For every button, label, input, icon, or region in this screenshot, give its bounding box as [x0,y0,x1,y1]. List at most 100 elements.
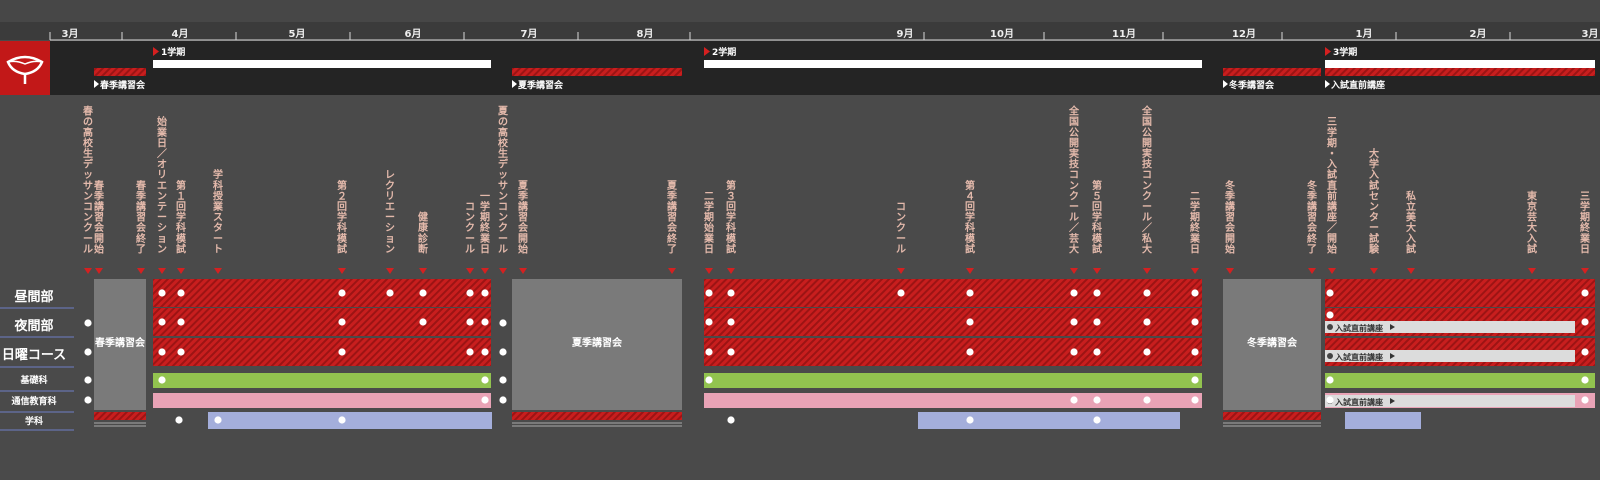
event-marker-icon [668,268,676,274]
event: 全国公開実技コンクール／私大 [1141,105,1153,274]
term-bar [704,60,1202,68]
month-label: 3月 [1582,28,1599,40]
term-label: 2学期 [712,46,736,58]
month-label: 8月 [637,28,654,40]
schedule-dot [1070,348,1078,356]
schedule-dot [1326,289,1334,297]
event-layer: 春の高校生デッサンコンクール春季講習会開始 春季講習会終了始業日／オリエンテーショ… [83,105,1591,274]
schedule-dot [1143,348,1151,356]
schedule-dot [1093,416,1101,424]
month-label: 4月 [172,28,189,40]
event-marker-icon [214,268,222,274]
schedule-dot [1093,348,1101,356]
seasonal-bar [94,68,146,76]
event-label: 夏の高校生デッサンコンクール [497,106,509,256]
schedule-bar [1325,373,1595,388]
schedule-dot [1581,396,1589,404]
event-label: 第４回学科模試 [965,179,976,256]
event: 第１回学科模試 [176,179,187,274]
schedule-dot [481,348,489,356]
event-marker-icon [727,268,735,274]
schedule-dot [1143,318,1151,326]
schedule-bar [512,412,682,420]
sub-tag-label: 入試直前講座 [1334,352,1383,362]
event: コンクール [896,202,906,274]
event-marker-icon [1407,268,1415,274]
event-label: 第１回学科模試 [176,179,187,256]
schedule-dot [466,289,474,297]
schedule-dot [1326,311,1334,319]
event-label: 春季講習会終了 [135,179,147,256]
schedule-bar [1345,412,1421,429]
event-label: レクリエーション [385,170,395,255]
event: 夏季講習会開始 [517,180,529,274]
event-marker-icon [386,268,394,274]
seasonal-label: 冬季講習会 [1229,79,1275,91]
schedule-dot [419,289,427,297]
school-calendar-diagram: 3月 4月 5月 6月 7月 8月 9月 10月 11月 12月 1月 2月 3月 1学期 2学期 3学期春… [0,0,1600,431]
event: 冬季講習会開始 [1224,179,1236,274]
schedule-dot [1191,318,1199,326]
schedule-dot [966,416,974,424]
event: レクリエーション [385,170,395,274]
schedule-dot [177,318,185,326]
term-label: 1学期 [161,46,185,58]
event-marker-icon [137,268,145,274]
event: 第２回学科模試 [337,179,348,274]
schedule-dot [897,289,905,297]
event-marker-icon [1328,268,1336,274]
seasonal-bar [512,68,682,76]
schedule-dot [1093,396,1101,404]
event-marker-icon [466,268,474,274]
schedule-bar [704,338,1202,366]
event: 一学期終業日 [479,191,491,274]
event-label: 全国公開実技コンクール／私大 [1141,105,1153,256]
schedule-bar [153,373,491,388]
schedule-dot [1191,376,1199,384]
month-label: 7月 [521,28,538,40]
schedule-dot [1143,396,1151,404]
event-marker-icon [519,268,527,274]
event-label: 三学期・入試直前講座／開始 [1326,116,1337,255]
schedule-dot [175,416,183,424]
row-label: 日曜コース [2,348,66,363]
month-label: 9月 [897,28,914,40]
schedule-dot [1191,396,1199,404]
event: 冬季講習会終了 [1306,179,1318,274]
event-label: 夏季講習会終了 [666,180,678,256]
schedule-dot [1581,289,1589,297]
event: 夏季講習会終了 [666,180,678,274]
schedule-dot [481,289,489,297]
row-label: 基礎科 [19,374,47,386]
event-marker-icon [1370,268,1378,274]
event-label: 東京芸大入試 [1527,189,1537,255]
schedule-dot [1581,376,1589,384]
schedule-dot [705,376,713,384]
schedule-dot [158,318,166,326]
schedule-dot [84,396,92,404]
schedule-dot [466,318,474,326]
logo [0,41,50,95]
schedule-dot [1191,289,1199,297]
month-label: 1月 [1356,28,1373,40]
sub-tag-label: 入試直前講座 [1334,397,1383,407]
event-marker-icon [84,268,92,274]
schedule-dot [1581,318,1589,326]
event-marker-icon [1070,268,1078,274]
month-label: 10月 [990,28,1014,40]
event: 大学入試センター試験 [1369,147,1380,274]
event: 第３回学科模試 [726,179,737,274]
schedule-dot [177,348,185,356]
event-label: 夏季講習会開始 [517,180,529,256]
schedule-bar [918,412,1180,429]
schedule-dot [966,348,974,356]
schedule-dot [727,289,735,297]
event: 春の高校生デッサンコンクール [83,105,94,274]
schedule-dot [466,348,474,356]
row-label: 通信教育科 [11,395,56,407]
event: 東京芸大入試 [1527,189,1537,274]
event-label: 私立美大入試 [1405,189,1417,255]
event: 三学期・入試直前講座／開始 [1326,116,1337,274]
schedule-dot [84,376,92,384]
event-marker-icon [897,268,905,274]
